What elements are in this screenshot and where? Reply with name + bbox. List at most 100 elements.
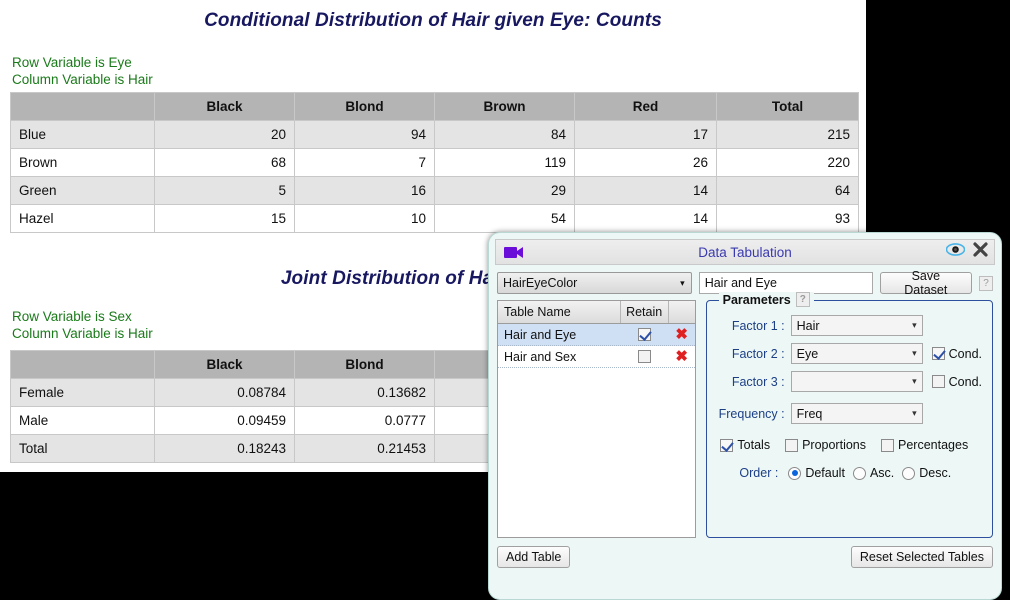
factor3-cond-label: Cond. (948, 374, 982, 389)
summary-toggle-label: Percentages (898, 438, 969, 452)
row-label: Total (10, 434, 155, 463)
order-option-radio[interactable] (902, 466, 916, 480)
order-option[interactable]: Asc. (852, 466, 895, 480)
factor3-cond-checkbox[interactable] (931, 375, 945, 388)
section1-row-variable-label: Row Variable is Eye (12, 55, 132, 70)
dataset-select-value: HairEyeColor (503, 276, 578, 290)
factor1-row: Factor 1 : Hair ▾ (717, 315, 982, 336)
video-camera-icon (504, 246, 524, 259)
dialog-title: Data Tabulation (698, 244, 792, 260)
table-cell: 15 (154, 204, 295, 233)
order-option-label: Desc. (919, 466, 952, 480)
parameters-legend-label: Parameters (722, 292, 791, 307)
frequency-row: Frequency : Freq ▾ (717, 403, 982, 424)
factor2-select[interactable]: Eye ▾ (790, 343, 923, 364)
factor3-cond-toggle[interactable]: Cond. (931, 374, 982, 389)
column-header: Total (716, 92, 859, 121)
delete-cell: ✖ (669, 327, 695, 342)
dataset-select[interactable]: HairEyeColor ▾ (497, 272, 692, 294)
frequency-label: Frequency : (718, 406, 785, 421)
delete-row-icon[interactable]: ✖ (675, 327, 688, 342)
row-label: Blue (10, 120, 155, 149)
table-cell: 64 (716, 176, 859, 205)
retain-cell (621, 350, 669, 363)
chevron-down-icon: ▾ (912, 348, 917, 358)
section1-column-variable-label: Column Variable is Hair (12, 72, 153, 87)
order-option[interactable]: Desc. (902, 466, 951, 480)
summary-toggle[interactable]: Proportions (785, 438, 866, 452)
dialog-footer: Add Table Reset Selected Tables (497, 546, 993, 568)
chevron-down-icon: ▾ (680, 277, 685, 288)
close-icon[interactable] (973, 242, 988, 262)
eye-icon[interactable] (945, 243, 966, 261)
factor2-cond-label: Cond. (948, 346, 982, 361)
row-label: Brown (10, 148, 155, 177)
summary-toggle[interactable]: Percentages (881, 438, 968, 452)
table-row: Brown 68 7 119 26 220 (10, 148, 859, 177)
table-cell: 26 (574, 148, 717, 177)
column-header-retain: Retain (621, 301, 669, 323)
factor2-label: Factor 2 : (731, 346, 785, 361)
conditional-distribution-table: Black Blond Brown Red Total Blue 20 94 84 17 215 B… (10, 92, 859, 233)
row-label: Female (10, 378, 155, 407)
section2-column-variable-label: Column Variable is Hair (12, 326, 153, 341)
section1-table-viewport: Black Blond Brown Red Total Blue 20 94 84 17 215 B… (0, 92, 866, 236)
column-header: Red (574, 92, 717, 121)
save-dataset-help-icon[interactable]: ? (979, 275, 993, 291)
add-table-button[interactable]: Add Table (497, 546, 571, 568)
frequency-value: Freq (796, 406, 823, 421)
column-header: Black (154, 92, 295, 121)
retain-checkbox[interactable] (638, 328, 652, 341)
column-header: Blond (294, 92, 435, 121)
table-cell: 119 (434, 148, 575, 177)
dialog-titlebar[interactable]: Data Tabulation (495, 239, 995, 265)
table-cell: 84 (434, 120, 575, 149)
list-item[interactable]: Hair and Sex ✖ (498, 346, 695, 368)
table-cell: 0.21453 (294, 434, 435, 463)
parameters-legend: Parameters ? (718, 292, 814, 307)
retain-checkbox[interactable] (638, 350, 652, 363)
factor3-label: Factor 3 : (731, 374, 785, 389)
dialog-top-row: HairEyeColor ▾ Hair and Eye Save Dataset… (497, 269, 993, 297)
summary-toggle-label: Totals (737, 438, 771, 452)
table-header-row: Black Blond Brown Red Total (10, 92, 859, 121)
factor2-cond-toggle[interactable]: Cond. (931, 346, 982, 361)
column-header (10, 350, 155, 379)
save-dataset-button[interactable]: Save Dataset (879, 269, 973, 297)
factor3-row: Factor 3 : ▾ Cond. (717, 371, 982, 392)
list-item[interactable]: Hair and Eye ✖ (498, 324, 695, 346)
list-item-label: Hair and Sex (504, 349, 577, 364)
retain-cell (621, 328, 669, 341)
table-cell: 17 (574, 120, 717, 149)
summary-toggle-checkbox[interactable] (785, 438, 799, 452)
order-option-radio[interactable] (852, 466, 866, 480)
parameters-help-icon[interactable]: ? (795, 292, 810, 307)
summary-toggle-checkbox[interactable] (720, 438, 734, 452)
order-option-radio[interactable] (788, 466, 802, 480)
summary-toggle-checkbox[interactable] (881, 438, 895, 452)
reset-selected-tables-button[interactable]: Reset Selected Tables (850, 546, 993, 568)
table-list-body[interactable]: Hair and Eye ✖ Hair and Sex ✖ (497, 324, 696, 538)
factor1-select[interactable]: Hair ▾ (790, 315, 923, 336)
factor3-select[interactable]: ▾ (790, 371, 923, 392)
table-cell: 215 (716, 120, 859, 149)
table-cell: 5 (154, 176, 295, 205)
delete-row-icon[interactable]: ✖ (675, 349, 688, 364)
table-cell: 16 (294, 176, 435, 205)
order-option-label: Asc. (869, 466, 895, 480)
factor2-cond-checkbox[interactable] (931, 347, 945, 360)
table-cell: 68 (154, 148, 295, 177)
table-row: Green 5 16 29 14 64 (10, 176, 859, 205)
table-cell: 10 (294, 204, 435, 233)
frequency-select[interactable]: Freq ▾ (790, 403, 923, 424)
table-cell: 0.13682 (294, 378, 435, 407)
table-cell: 93 (716, 204, 859, 233)
row-label: Male (10, 406, 155, 435)
table-name-input[interactable]: Hair and Eye (698, 272, 873, 294)
factor1-value: Hair (796, 318, 820, 333)
table-row: Blue 20 94 84 17 215 (10, 120, 859, 149)
screen: Conditional Distribution of Hair given E… (0, 0, 1010, 600)
factor2-row: Factor 2 : Eye ▾ Cond. (717, 343, 982, 364)
order-option[interactable]: Default (788, 466, 845, 480)
summary-toggle[interactable]: Totals (720, 438, 770, 452)
